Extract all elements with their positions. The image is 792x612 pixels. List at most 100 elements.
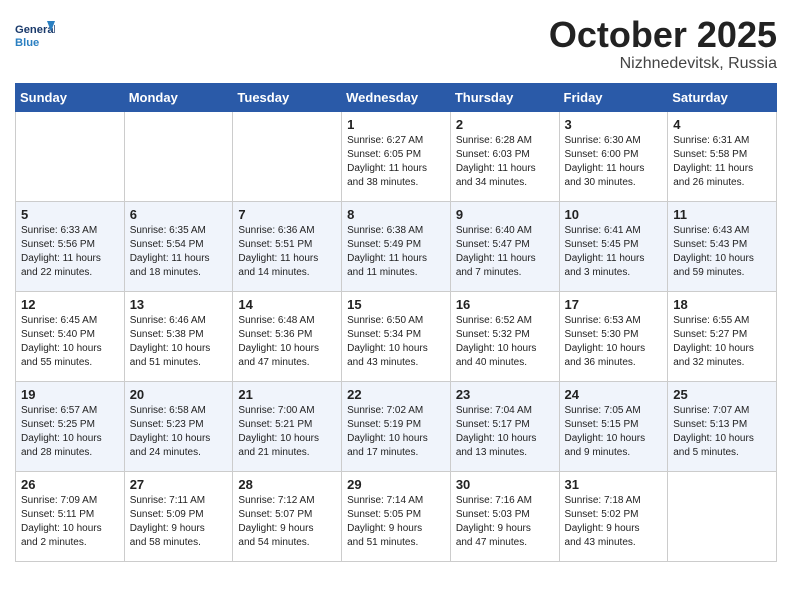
day-info: Sunrise: 6:48 AM Sunset: 5:36 PM Dayligh… <box>238 314 336 370</box>
day-number: 5 <box>21 207 119 222</box>
day-info: Sunrise: 6:45 AM Sunset: 5:40 PM Dayligh… <box>21 314 119 370</box>
calendar-cell: 29 Sunrise: 7:14 AM Sunset: 5:05 PM Dayli… <box>342 471 451 561</box>
calendar-cell <box>233 111 342 201</box>
day-number: 14 <box>238 297 336 312</box>
calendar-cell: 4 Sunrise: 6:31 AM Sunset: 5:58 PM Daylig… <box>668 111 777 201</box>
day-info: Sunrise: 6:55 AM Sunset: 5:27 PM Dayligh… <box>673 314 771 370</box>
day-number: 17 <box>565 297 663 312</box>
week-row-5: 26 Sunrise: 7:09 AM Sunset: 5:11 PM Dayli… <box>16 471 777 561</box>
title-block: October 2025 Nizhnedevitsk, Russia <box>549 15 777 73</box>
day-number: 7 <box>238 207 336 222</box>
col-header-thursday: Thursday <box>450 83 559 111</box>
calendar-cell <box>668 471 777 561</box>
col-header-saturday: Saturday <box>668 83 777 111</box>
day-number: 27 <box>130 477 228 492</box>
day-number: 23 <box>456 387 554 402</box>
calendar-cell: 7Sunrise: 6:36 AM Sunset: 5:51 PM Daylig… <box>233 201 342 291</box>
day-number: 2 <box>456 117 554 132</box>
day-number: 1 <box>347 117 445 132</box>
svg-text:Blue: Blue <box>15 37 39 49</box>
col-header-wednesday: Wednesday <box>342 83 451 111</box>
day-info: Sunrise: 6:52 AM Sunset: 5:32 PM Dayligh… <box>456 314 554 370</box>
day-info: Sunrise: 6:57 AM Sunset: 5:25 PM Dayligh… <box>21 404 119 460</box>
logo-icon: General Blue <box>15 15 55 55</box>
day-info: Sunrise: 7:18 AM Sunset: 5:02 PM Dayligh… <box>565 494 663 550</box>
calendar-cell: 26 Sunrise: 7:09 AM Sunset: 5:11 PM Dayli… <box>16 471 125 561</box>
location: Nizhnedevitsk, Russia <box>549 55 777 73</box>
day-info: Sunrise: 6:41 AM Sunset: 5:45 PM Dayligh… <box>565 224 663 280</box>
calendar-cell: 9 Sunrise: 6:40 AM Sunset: 5:47 PM Daylig… <box>450 201 559 291</box>
day-info: Sunrise: 6:50 AM Sunset: 5:34 PM Dayligh… <box>347 314 445 370</box>
day-number: 19 <box>21 387 119 402</box>
calendar-cell: 2 Sunrise: 6:28 AM Sunset: 6:03 PM Daylig… <box>450 111 559 201</box>
calendar-cell: 31Sunrise: 7:18 AM Sunset: 5:02 PM Dayli… <box>559 471 668 561</box>
day-info: Sunrise: 7:07 AM Sunset: 5:13 PM Dayligh… <box>673 404 771 460</box>
col-header-tuesday: Tuesday <box>233 83 342 111</box>
day-number: 20 <box>130 387 228 402</box>
logo: General Blue <box>15 15 59 55</box>
day-info: Sunrise: 7:05 AM Sunset: 5:15 PM Dayligh… <box>565 404 663 460</box>
day-number: 30 <box>456 477 554 492</box>
day-info: Sunrise: 7:02 AM Sunset: 5:19 PM Dayligh… <box>347 404 445 460</box>
calendar-cell <box>16 111 125 201</box>
day-number: 15 <box>347 297 445 312</box>
day-number: 8 <box>347 207 445 222</box>
month-title: October 2025 <box>549 15 777 55</box>
calendar-cell: 28Sunrise: 7:12 AM Sunset: 5:07 PM Dayli… <box>233 471 342 561</box>
calendar-cell: 5 Sunrise: 6:33 AM Sunset: 5:56 PM Daylig… <box>16 201 125 291</box>
day-number: 29 <box>347 477 445 492</box>
day-number: 22 <box>347 387 445 402</box>
day-info: Sunrise: 6:31 AM Sunset: 5:58 PM Dayligh… <box>673 134 771 190</box>
day-info: Sunrise: 7:09 AM Sunset: 5:11 PM Dayligh… <box>21 494 119 550</box>
calendar-cell: 19 Sunrise: 6:57 AM Sunset: 5:25 PM Dayli… <box>16 381 125 471</box>
day-info: Sunrise: 6:38 AM Sunset: 5:49 PM Dayligh… <box>347 224 445 280</box>
week-row-1: 1Sunrise: 6:27 AM Sunset: 6:05 PM Daylig… <box>16 111 777 201</box>
day-number: 24 <box>565 387 663 402</box>
calendar-cell: 16 Sunrise: 6:52 AM Sunset: 5:32 PM Dayli… <box>450 291 559 381</box>
col-header-sunday: Sunday <box>16 83 125 111</box>
calendar-cell: 12Sunrise: 6:45 AM Sunset: 5:40 PM Dayli… <box>16 291 125 381</box>
calendar-cell: 13Sunrise: 6:46 AM Sunset: 5:38 PM Dayli… <box>124 291 233 381</box>
day-info: Sunrise: 7:04 AM Sunset: 5:17 PM Dayligh… <box>456 404 554 460</box>
day-info: Sunrise: 7:11 AM Sunset: 5:09 PM Dayligh… <box>130 494 228 550</box>
calendar-cell: 15 Sunrise: 6:50 AM Sunset: 5:34 PM Dayli… <box>342 291 451 381</box>
calendar-cell: 8 Sunrise: 6:38 AM Sunset: 5:49 PM Daylig… <box>342 201 451 291</box>
day-info: Sunrise: 6:35 AM Sunset: 5:54 PM Dayligh… <box>130 224 228 280</box>
day-info: Sunrise: 6:30 AM Sunset: 6:00 PM Dayligh… <box>565 134 663 190</box>
calendar-cell: 22 Sunrise: 7:02 AM Sunset: 5:19 PM Dayli… <box>342 381 451 471</box>
calendar-cell: 17Sunrise: 6:53 AM Sunset: 5:30 PM Dayli… <box>559 291 668 381</box>
day-info: Sunrise: 6:33 AM Sunset: 5:56 PM Dayligh… <box>21 224 119 280</box>
day-info: Sunrise: 6:43 AM Sunset: 5:43 PM Dayligh… <box>673 224 771 280</box>
day-info: Sunrise: 6:28 AM Sunset: 6:03 PM Dayligh… <box>456 134 554 190</box>
day-info: Sunrise: 6:40 AM Sunset: 5:47 PM Dayligh… <box>456 224 554 280</box>
calendar-cell: 21 Sunrise: 7:00 AM Sunset: 5:21 PM Dayli… <box>233 381 342 471</box>
week-row-3: 12Sunrise: 6:45 AM Sunset: 5:40 PM Dayli… <box>16 291 777 381</box>
calendar-cell: 1Sunrise: 6:27 AM Sunset: 6:05 PM Daylig… <box>342 111 451 201</box>
day-info: Sunrise: 7:14 AM Sunset: 5:05 PM Dayligh… <box>347 494 445 550</box>
calendar-cell: 30Sunrise: 7:16 AM Sunset: 5:03 PM Dayli… <box>450 471 559 561</box>
day-number: 3 <box>565 117 663 132</box>
calendar-table: SundayMondayTuesdayWednesdayThursdayFrid… <box>15 83 777 562</box>
calendar-cell: 27 Sunrise: 7:11 AM Sunset: 5:09 PM Dayli… <box>124 471 233 561</box>
day-info: Sunrise: 7:00 AM Sunset: 5:21 PM Dayligh… <box>238 404 336 460</box>
day-number: 11 <box>673 207 771 222</box>
calendar-cell: 6Sunrise: 6:35 AM Sunset: 5:54 PM Daylig… <box>124 201 233 291</box>
calendar-cell: 14 Sunrise: 6:48 AM Sunset: 5:36 PM Dayli… <box>233 291 342 381</box>
day-number: 28 <box>238 477 336 492</box>
calendar-cell: 11 Sunrise: 6:43 AM Sunset: 5:43 PM Dayli… <box>668 201 777 291</box>
col-header-monday: Monday <box>124 83 233 111</box>
day-info: Sunrise: 6:58 AM Sunset: 5:23 PM Dayligh… <box>130 404 228 460</box>
calendar-cell: 25Sunrise: 7:07 AM Sunset: 5:13 PM Dayli… <box>668 381 777 471</box>
day-number: 26 <box>21 477 119 492</box>
week-row-4: 19 Sunrise: 6:57 AM Sunset: 5:25 PM Dayli… <box>16 381 777 471</box>
day-number: 4 <box>673 117 771 132</box>
calendar-cell: 10Sunrise: 6:41 AM Sunset: 5:45 PM Dayli… <box>559 201 668 291</box>
day-number: 18 <box>673 297 771 312</box>
week-row-2: 5 Sunrise: 6:33 AM Sunset: 5:56 PM Daylig… <box>16 201 777 291</box>
day-number: 9 <box>456 207 554 222</box>
day-number: 21 <box>238 387 336 402</box>
day-number: 16 <box>456 297 554 312</box>
calendar-cell: 18 Sunrise: 6:55 AM Sunset: 5:27 PM Dayli… <box>668 291 777 381</box>
calendar-cell <box>124 111 233 201</box>
calendar-cell: 20 Sunrise: 6:58 AM Sunset: 5:23 PM Dayli… <box>124 381 233 471</box>
